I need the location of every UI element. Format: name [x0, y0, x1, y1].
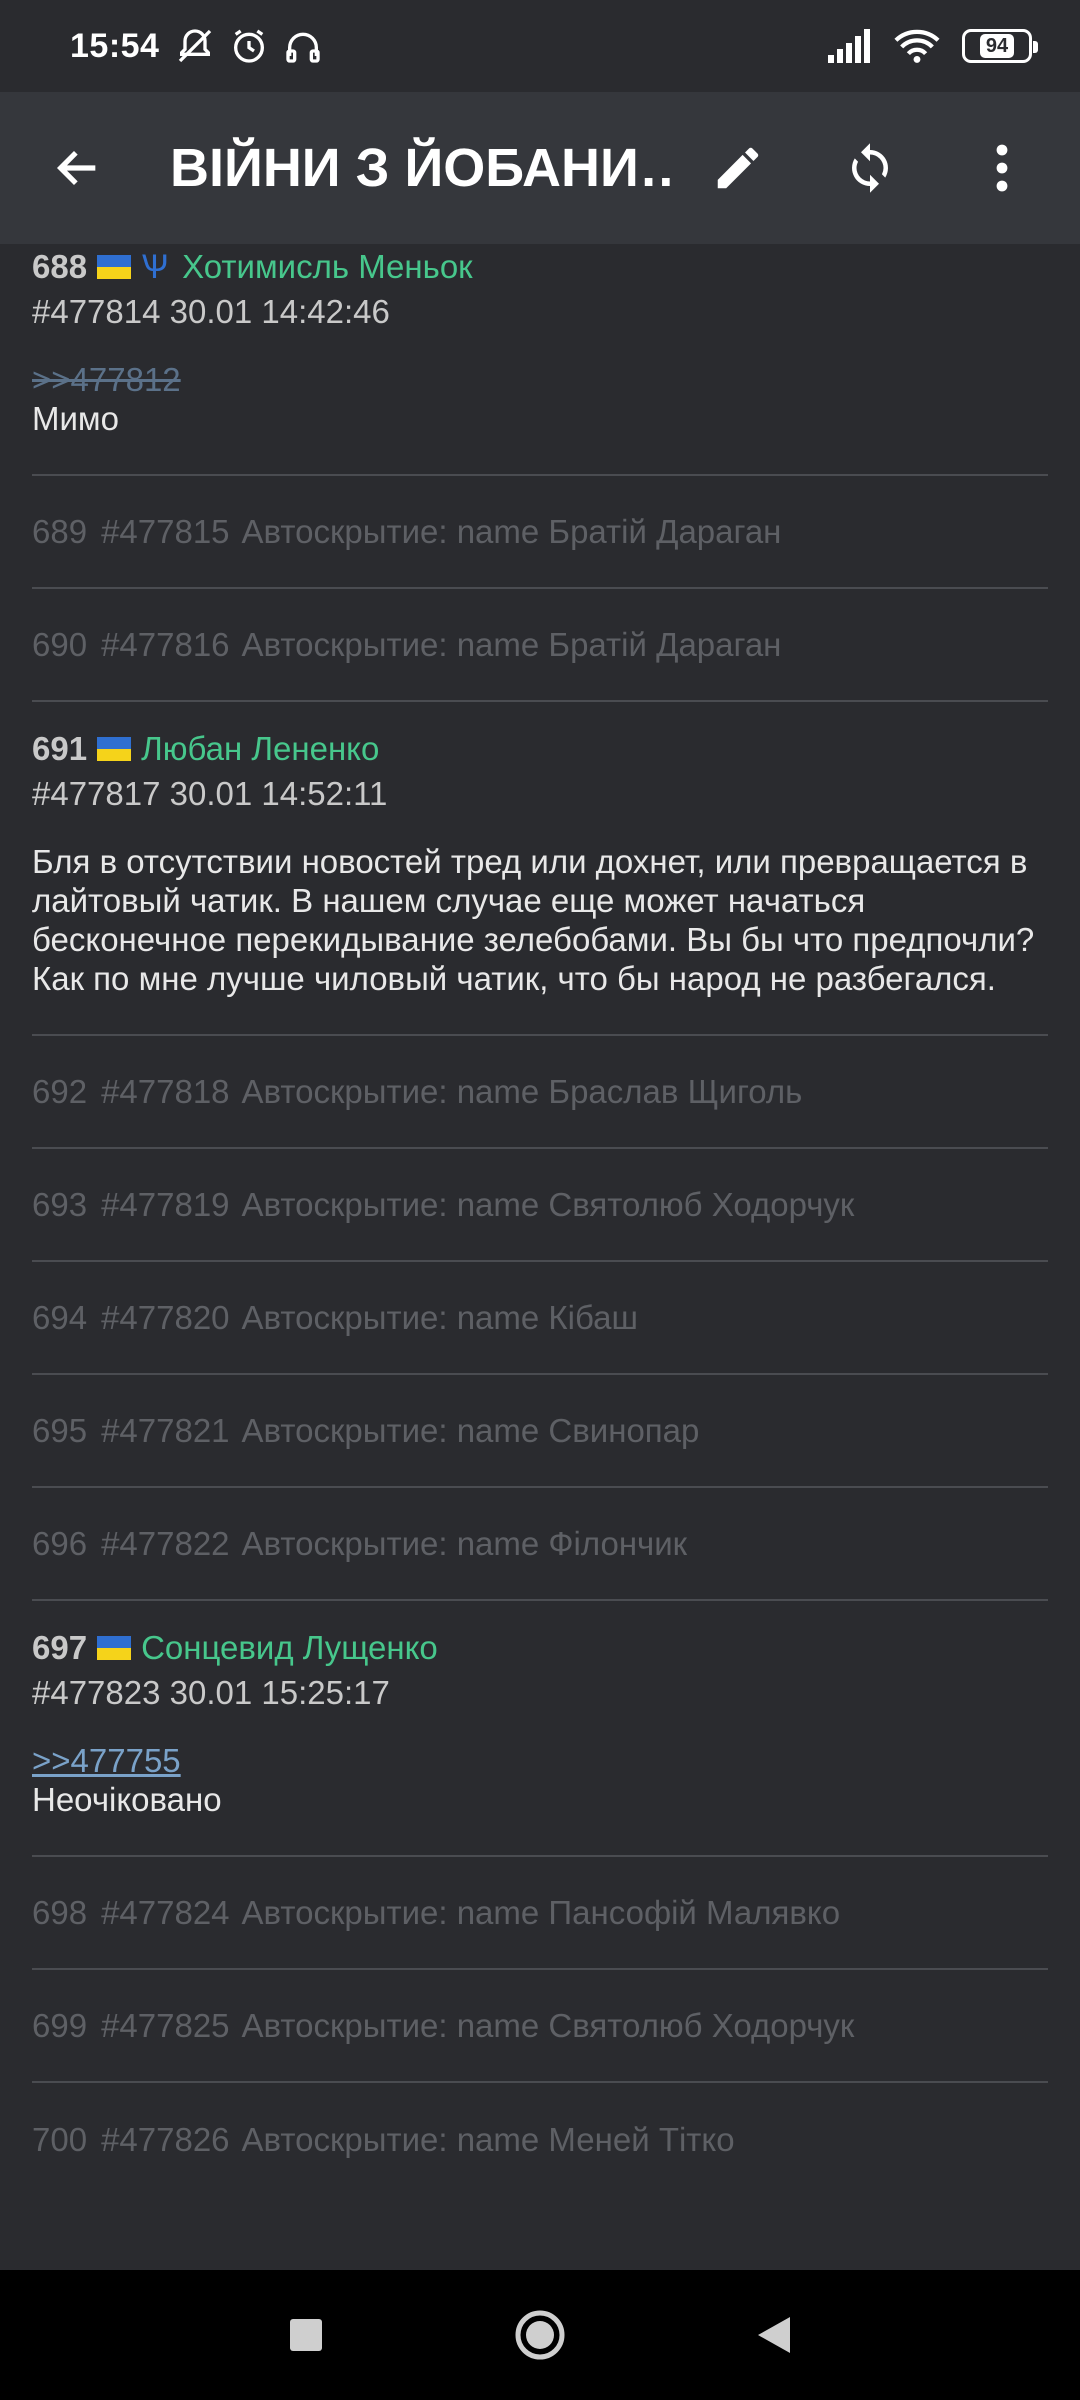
- post: 688 Ѱ Хотимисль Меньок #477814 30.01 14:…: [32, 244, 1048, 476]
- signal-icon: [828, 29, 870, 63]
- alarm-icon: [234, 29, 265, 63]
- hidden-post[interactable]: 698 #477824 Автоскрытие: name Пансофій Мал…: [32, 1857, 1048, 1970]
- ukraine-flag-icon: [97, 1636, 132, 1660]
- ukraine-flag-icon: [97, 737, 132, 761]
- status-time: 15:54: [70, 26, 160, 65]
- thread-posts[interactable]: 688 Ѱ Хотимисль Меньок #477814 30.01 14:…: [0, 244, 1080, 2270]
- back-triangle-icon[interactable]: [756, 2315, 792, 2355]
- poster-name: Хотимисль Меньок: [182, 248, 473, 285]
- refresh-button[interactable]: [822, 120, 918, 216]
- post-meta: #477817 30.01 14:52:11: [32, 775, 388, 812]
- post-text: Мимо: [32, 400, 119, 437]
- post-number[interactable]: 691: [32, 726, 87, 772]
- hidden-post[interactable]: 690 #477816 Автоскрытие: name Братій Дараг…: [32, 589, 1048, 702]
- pencil-icon: [717, 147, 759, 189]
- poster-name: Сонцевид Лущенко: [141, 1629, 438, 1666]
- home-circle-icon[interactable]: [514, 2309, 566, 2361]
- post: 697 Сонцевид Лущенко #477823 30.01 15:25…: [32, 1601, 1048, 1857]
- post: 691 Любан Лененко #477817 30.01 14:52:11…: [32, 702, 1048, 1036]
- post-text: Бля в отсутствии новостей тред или дохне…: [32, 843, 1035, 997]
- hidden-post[interactable]: 695 #477821 Автоскрытие: name Свинопар: [32, 1375, 1048, 1488]
- more-vert-icon: [996, 144, 1008, 192]
- hidden-post[interactable]: 693 #477819 Автоскрытие: name Святолюб Ход…: [32, 1149, 1048, 1262]
- overflow-menu-button[interactable]: [954, 120, 1050, 216]
- hidden-post[interactable]: 694 #477820 Автоскрытие: name Кібаш: [32, 1262, 1048, 1375]
- system-nav-bar: [0, 2270, 1080, 2400]
- trident-icon: Ѱ: [141, 248, 169, 286]
- back-button[interactable]: [30, 120, 126, 216]
- wifi-icon: [894, 29, 940, 63]
- post-text: Неочіковано: [32, 1781, 222, 1818]
- post-body: >>477812 Мимо: [32, 360, 1048, 438]
- post-body: >>477755 Неочіковано: [32, 1741, 1048, 1819]
- arrow-left-icon: [56, 150, 96, 186]
- app-bar: ВІЙНИ З ЙОБАНИ…: [0, 92, 1080, 244]
- hidden-post[interactable]: 689 #477815 Автоскрытие: name Братій Дараг…: [32, 476, 1048, 589]
- post-number[interactable]: 697: [32, 1625, 87, 1671]
- refresh-icon: [852, 143, 888, 193]
- page-title: ВІЙНИ З ЙОБАНИ…: [170, 138, 670, 198]
- reply-link[interactable]: >>477812: [32, 360, 1048, 399]
- post-meta: #477814 30.01 14:42:46: [32, 293, 390, 330]
- edit-button[interactable]: [690, 120, 786, 216]
- hidden-post[interactable]: 699 #477825 Автоскрытие: name Святолюб Ход…: [32, 1970, 1048, 2083]
- post-meta: #477823 30.01 15:25:17: [32, 1674, 390, 1711]
- reply-link[interactable]: >>477755: [32, 1741, 1048, 1780]
- poster-name: Любан Лененко: [141, 730, 380, 767]
- status-bar: 15:54 94: [0, 0, 1080, 92]
- battery-indicator: 94: [962, 29, 1038, 63]
- post-number[interactable]: 688: [32, 244, 87, 290]
- hidden-post[interactable]: 700 #477826 Автоскрытие: name Меней Тітко: [32, 2083, 1048, 2196]
- hidden-post[interactable]: 696 #477822 Автоскрытие: name Філончик: [32, 1488, 1048, 1601]
- headphones-icon: [286, 32, 321, 63]
- post-body: Бля в отсутствии новостей тред или дохне…: [32, 842, 1048, 998]
- hidden-post[interactable]: 692 #477818 Автоскрытие: name Браслав Щиго…: [32, 1036, 1048, 1149]
- mute-icon: [179, 29, 212, 63]
- ukraine-flag-icon: [97, 255, 132, 279]
- recents-square-icon[interactable]: [288, 2317, 324, 2353]
